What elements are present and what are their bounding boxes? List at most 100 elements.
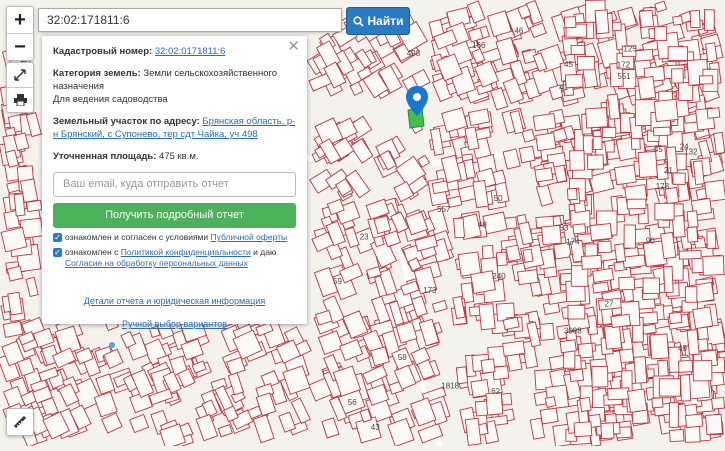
- parcel: [658, 378, 681, 397]
- parcel: [623, 224, 636, 249]
- parcel-number-label: 27: [605, 300, 614, 309]
- parcel: [534, 167, 554, 183]
- parcel: [453, 217, 466, 239]
- parcel: [686, 329, 700, 356]
- parcel: [679, 374, 692, 402]
- parcel: [684, 286, 698, 303]
- parcel: [501, 392, 513, 406]
- agree-privacy-text: ознакомлен с Политикой конфиденциальност…: [65, 247, 277, 268]
- print-icon[interactable]: [7, 87, 33, 112]
- parcel: [567, 304, 586, 320]
- manual-select-link[interactable]: Ручной выбор вариантов: [122, 319, 227, 329]
- parcel: [702, 255, 725, 276]
- parcel: [678, 250, 702, 260]
- zoom-out-button[interactable]: −: [7, 33, 33, 60]
- parcel: [618, 276, 636, 291]
- parcel: [502, 340, 526, 357]
- parcel: [652, 126, 671, 137]
- parcel: [480, 358, 496, 374]
- get-report-button[interactable]: Получить подробный отчет: [53, 203, 296, 228]
- parcel-number-label: 23: [360, 233, 369, 242]
- parcel: [535, 132, 557, 152]
- parcel: [651, 397, 664, 409]
- parcel: [592, 281, 610, 294]
- parcel-number-label: 48: [478, 220, 487, 229]
- parcel: [698, 75, 714, 85]
- checkbox-privacy[interactable]: ✓: [53, 248, 62, 257]
- checkbox-offer[interactable]: ✓: [53, 233, 62, 242]
- details-link[interactable]: Детали отчета и юридическая информация: [84, 296, 265, 306]
- parcel-number-label: 240: [492, 272, 506, 281]
- parcel: [692, 360, 713, 382]
- parcel: [607, 387, 630, 401]
- parcel: [671, 68, 684, 84]
- parcel: [563, 16, 577, 29]
- tool-control: [6, 62, 34, 113]
- parcel: [711, 396, 725, 410]
- parcel-number-label: 166: [472, 41, 486, 50]
- parcel-info-panel: ✕ Кадастровый номер: 32:02:0171811:6 Кат…: [42, 36, 307, 329]
- email-input[interactable]: Ваш email, куда отправить отчет: [53, 172, 296, 197]
- close-icon[interactable]: ✕: [287, 39, 300, 54]
- zoom-in-button[interactable]: +: [7, 7, 33, 33]
- parcel-number-label: 1818: [441, 382, 459, 391]
- parcel: [6, 265, 24, 282]
- parcel-number-label: 41: [559, 83, 568, 92]
- parcel-number-label: 43: [371, 423, 380, 432]
- parcel-number-label: 24: [680, 142, 689, 151]
- parcel: [642, 277, 660, 294]
- land-use-value: Для ведения садоводства: [53, 94, 168, 105]
- parcel: [657, 359, 669, 377]
- parcel: [581, 254, 603, 270]
- parcel-number-label: 58: [398, 353, 407, 362]
- parcel: [692, 160, 705, 186]
- parcel-number-label: 498: [407, 49, 421, 58]
- ruler-icon[interactable]: [6, 408, 34, 436]
- parcel: [601, 126, 617, 139]
- parcel: [667, 46, 688, 61]
- find-button[interactable]: Найти: [346, 7, 410, 35]
- area-label: Уточненная площадь:: [53, 151, 157, 162]
- parcel: [653, 26, 668, 42]
- parcel: [518, 145, 536, 164]
- agree-offer-text: ознакомлен и согласен с условиями Публич…: [65, 232, 288, 242]
- parcel-number-label: 173: [423, 286, 437, 295]
- parcel: [592, 135, 603, 150]
- parcel-number-label: 3098: [564, 327, 582, 336]
- parcel: [492, 365, 510, 381]
- parcel-number-label: 56: [348, 398, 357, 407]
- parcel: [706, 230, 717, 249]
- privacy-link[interactable]: Политикой конфиденциальности: [121, 247, 251, 257]
- parcel: [573, 421, 593, 438]
- consent-link[interactable]: Согласие на обработку персональных данны…: [65, 258, 248, 268]
- parcel: [517, 269, 539, 286]
- parcel: [539, 322, 555, 341]
- parcel: [705, 413, 724, 435]
- parcel: [649, 333, 670, 360]
- parcel: [566, 187, 578, 201]
- cadastral-search-input[interactable]: 32:02:171811:6: [38, 8, 342, 32]
- find-label: Найти: [367, 14, 404, 28]
- parcel-number-label: 59: [333, 277, 342, 286]
- expand-icon[interactable]: [7, 63, 33, 87]
- parcel-number-label: 21: [664, 166, 673, 175]
- cad-number-link[interactable]: 32:02:0171811:6: [155, 46, 226, 57]
- map-pin-icon[interactable]: [406, 86, 428, 116]
- parcel-number-label: 178: [656, 182, 670, 191]
- parcel: [532, 112, 557, 132]
- parcel: [591, 365, 609, 388]
- parcel: [633, 356, 648, 384]
- parcel: [603, 324, 623, 350]
- parcel: [539, 407, 559, 425]
- parcel: [457, 251, 482, 277]
- parcel: [541, 224, 562, 246]
- parcel: [642, 323, 657, 335]
- parcel: [653, 98, 679, 123]
- parcel: [706, 107, 721, 119]
- parcel-number-label: 45: [654, 145, 663, 154]
- parcel: [622, 254, 646, 269]
- parcel: [505, 244, 522, 263]
- offer-link[interactable]: Публичной оферты: [211, 232, 288, 242]
- parcel-number-label: 53: [559, 224, 568, 233]
- parcel: [686, 226, 699, 243]
